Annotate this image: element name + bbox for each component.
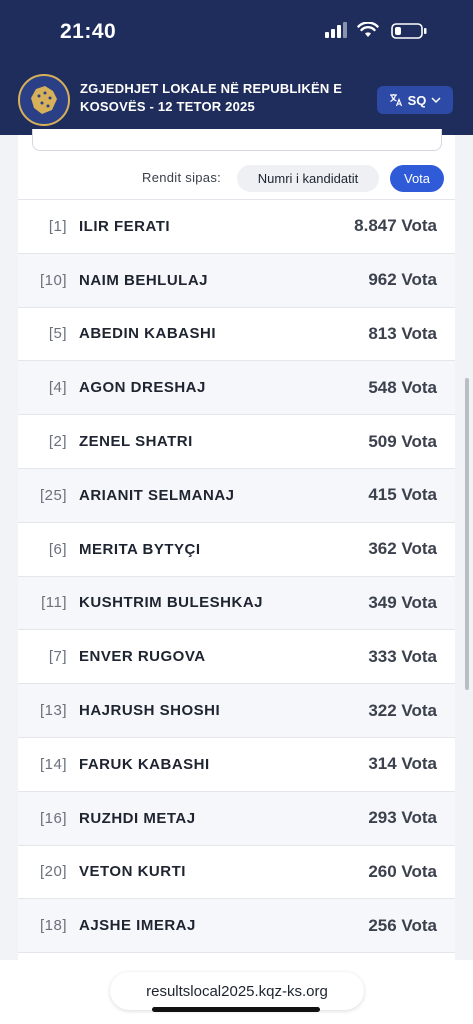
sort-by-number-button[interactable]: Numri i kandidatit (237, 165, 379, 192)
status-bar: 21:40 (0, 0, 473, 62)
candidate-row[interactable]: [6] MERITA BYTYÇI 362 Vota (18, 523, 455, 577)
candidate-votes: 349 Vota (368, 592, 437, 612)
candidate-votes: 415 Vota (368, 485, 437, 505)
candidate-row[interactable]: [16] RUZHDI METAJ 293 Vota (18, 791, 455, 846)
candidate-votes: 260 Vota (368, 861, 437, 881)
candidate-number: [6] (48, 540, 67, 558)
candidate-row[interactable]: [7] ENVER RUGOVA 333 Vota (18, 630, 455, 685)
url-bar[interactable]: resultslocal2025.kqz-ks.org (110, 972, 364, 1010)
translate-icon (389, 94, 402, 107)
candidate-row[interactable]: [20] VETON KURTI 260 Vota (18, 846, 455, 900)
candidate-name: ILIR FERATI (79, 217, 171, 235)
candidate-number: [25] (39, 486, 67, 504)
app-bar: ZGJEDHJET LOKALE NË REPUBLIKËN E KOSOVËS… (0, 70, 473, 130)
candidate-row[interactable]: [25] ARIANIT SELMANAJ 415 Vota (18, 468, 455, 523)
candidate-votes: 813 Vota (368, 323, 437, 343)
cellular-signal-icon (325, 22, 347, 38)
url-text: resultslocal2025.kqz-ks.org (146, 982, 328, 1000)
language-selector[interactable]: SQ (377, 86, 453, 114)
candidate-name: MERITA BYTYÇI (79, 540, 201, 558)
candidate-number: [1] (48, 217, 67, 235)
home-indicator[interactable] (152, 1007, 320, 1012)
candidate-number: [4] (48, 379, 67, 397)
candidate-number: [13] (39, 702, 67, 720)
candidate-votes: 314 Vota (368, 754, 437, 774)
sort-label: Rendit sipas: (142, 170, 222, 185)
candidate-name: AGON DRESHAJ (79, 379, 206, 397)
candidate-number: [11] (41, 594, 67, 612)
kosovo-map-icon (31, 86, 57, 114)
candidate-name: NAIM BEHLULAJ (79, 271, 208, 289)
candidate-number: [5] (48, 325, 67, 343)
candidate-list: [1] ILIR FERATI 8.847 Vota [10] NAIM BEHLULA… (18, 199, 455, 954)
candidate-name: AJSHE IMERAJ (79, 917, 196, 935)
candidate-row[interactable]: [13] HAJRUSH SHOSHI 322 Vota (18, 684, 455, 738)
candidate-name: ARIANIT SELMANAJ (79, 486, 235, 504)
candidate-votes: 962 Vota (368, 270, 437, 290)
search-field[interactable] (32, 129, 442, 151)
candidate-row[interactable]: [5] ABEDIN KABASHI 813 Vota (18, 308, 455, 362)
candidate-name: VETON KURTI (79, 863, 186, 881)
candidate-name: KUSHTRIM BULESHKAJ (79, 594, 264, 612)
candidate-number: [7] (48, 648, 67, 666)
candidate-name: HAJRUSH SHOSHI (79, 702, 221, 720)
candidate-number: [2] (48, 433, 67, 451)
page-title: ZGJEDHJET LOKALE NË REPUBLIKËN E KOSOVËS… (80, 81, 343, 114)
chevron-down-icon (431, 97, 441, 104)
candidate-row[interactable]: [18] AJSHE IMERAJ 256 Vota (18, 899, 455, 954)
wifi-icon (357, 22, 379, 37)
candidate-row[interactable]: [14] FARUK KABASHI 314 Vota (18, 738, 455, 792)
candidate-row[interactable]: [10] NAIM BEHLULAJ 962 Vota (18, 253, 455, 308)
candidate-name: RUZHDI METAJ (79, 809, 196, 827)
candidate-row[interactable]: [11] KUSHTRIM BULESHKAJ 349 Vota (18, 576, 455, 631)
candidate-votes: 8.847 Vota (354, 216, 437, 236)
candidate-number: [16] (39, 809, 67, 827)
sort-bar: Rendit sipas: Numri i kandidatit Vota (18, 161, 455, 201)
candidate-row[interactable]: [1] ILIR FERATI 8.847 Vota (18, 200, 455, 254)
candidate-name: ABEDIN KABASHI (79, 325, 217, 343)
candidate-number: [20] (39, 863, 67, 881)
candidate-number: [18] (39, 917, 67, 935)
candidate-votes: 256 Vota (368, 915, 437, 935)
candidate-votes: 322 Vota (368, 700, 437, 720)
app-header: 21:40 ZGJEDHJET LOKALE NË REPUBLIKËN E K… (0, 0, 473, 135)
browser-bottom-bar: resultslocal2025.kqz-ks.org (0, 960, 473, 1024)
results-panel: Rendit sipas: Numri i kandidatit Vota [1… (18, 129, 455, 965)
candidate-name: ZENEL SHATRI (79, 433, 193, 451)
sort-by-votes-button[interactable]: Vota (390, 165, 444, 192)
candidate-name: ENVER RUGOVA (79, 648, 206, 666)
candidate-votes: 293 Vota (368, 808, 437, 828)
kqz-logo (18, 74, 70, 126)
candidate-name: FARUK KABASHI (79, 755, 210, 773)
candidate-row[interactable]: [4] AGON DRESHAJ 548 Vota (18, 361, 455, 416)
candidate-votes: 509 Vota (368, 431, 437, 451)
candidate-votes: 362 Vota (368, 539, 437, 559)
candidate-row[interactable]: [2] ZENEL SHATRI 509 Vota (18, 415, 455, 469)
status-time: 21:40 (60, 20, 117, 43)
battery-icon (391, 23, 427, 39)
candidate-votes: 333 Vota (368, 646, 437, 666)
language-label: SQ (407, 92, 427, 108)
candidate-number: [14] (39, 755, 67, 773)
candidate-number: [10] (39, 271, 67, 289)
scrollbar[interactable] (465, 378, 469, 690)
candidate-votes: 548 Vota (368, 377, 437, 397)
